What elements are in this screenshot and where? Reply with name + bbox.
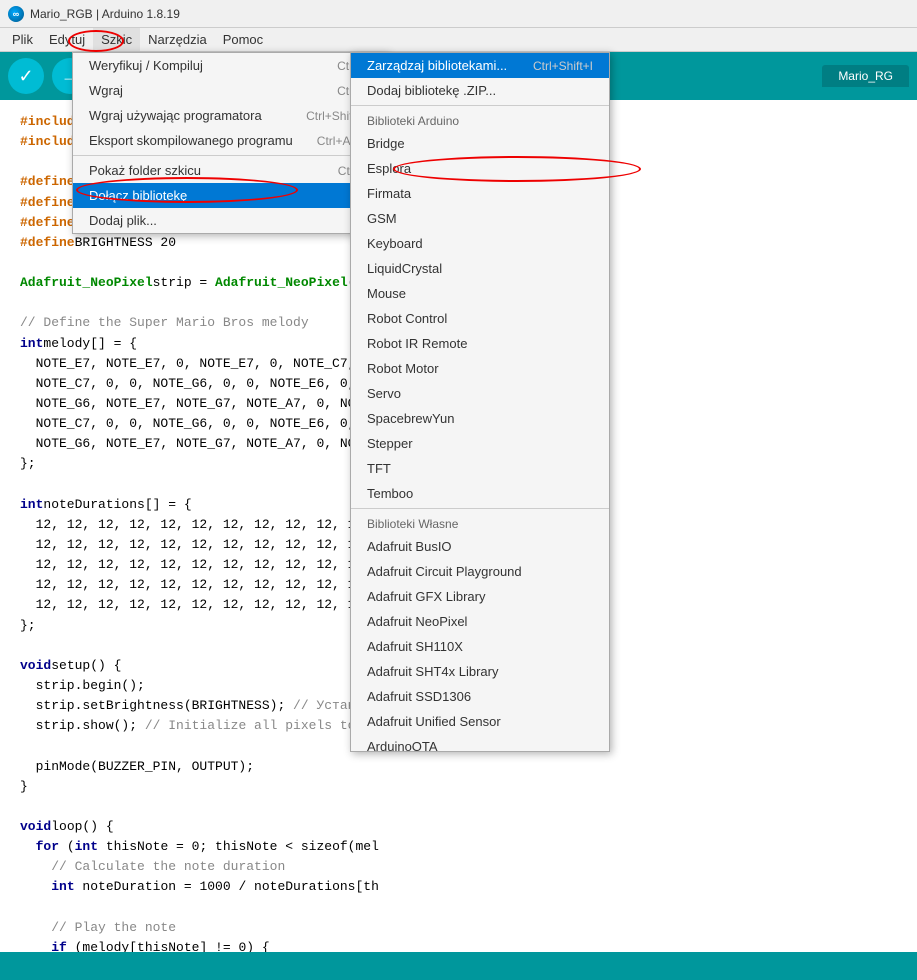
- menu-weryfikuj[interactable]: Weryfikuj / Kompiluj Ctrl+R: [73, 53, 387, 78]
- menu-szkic[interactable]: Szkic: [93, 28, 140, 51]
- title-bar: ∞ Mario_RGB | Arduino 1.8.19: [0, 0, 917, 28]
- menu-dodaj-zip[interactable]: Dodaj bibliotekę .ZIP...: [351, 78, 609, 103]
- menu-edytuj[interactable]: Edytuj: [41, 28, 93, 51]
- menu-liquidcrystal[interactable]: LiquidCrystal: [351, 256, 609, 281]
- menu-keyboard[interactable]: Keyboard: [351, 231, 609, 256]
- separator: [351, 508, 609, 509]
- biblioteka-submenu: Zarządzaj bibliotekami... Ctrl+Shift+I D…: [350, 52, 610, 752]
- menu-tft[interactable]: TFT: [351, 456, 609, 481]
- menu-pomoc[interactable]: Pomoc: [215, 28, 271, 51]
- menu-zarzadzaj-bibliotekami[interactable]: Zarządzaj bibliotekami... Ctrl+Shift+I: [351, 53, 609, 78]
- menu-adafruit-unified[interactable]: Adafruit Unified Sensor: [351, 709, 609, 734]
- menu-bridge[interactable]: Bridge: [351, 131, 609, 156]
- menu-adafruit-neopixel[interactable]: Adafruit NeoPixel: [351, 609, 609, 634]
- menu-dolacz-biblioteke[interactable]: Dołącz bibliotekę ▶: [73, 183, 387, 208]
- title-text: Mario_RGB | Arduino 1.8.19: [30, 7, 180, 21]
- menu-adafruit-sht4x[interactable]: Adafruit SHT4x Library: [351, 659, 609, 684]
- menu-adafruit-gfx[interactable]: Adafruit GFX Library: [351, 584, 609, 609]
- menu-robot-motor[interactable]: Robot Motor: [351, 356, 609, 381]
- verify-button[interactable]: ✓: [8, 58, 44, 94]
- separator: [73, 155, 387, 156]
- menu-robot-control[interactable]: Robot Control: [351, 306, 609, 331]
- menu-robot-ir-remote[interactable]: Robot IR Remote: [351, 331, 609, 356]
- arduino-section-header: Biblioteki Arduino: [351, 108, 609, 131]
- code-line: [20, 797, 897, 817]
- menu-adafruit-ssd1306[interactable]: Adafruit SSD1306: [351, 684, 609, 709]
- code-line: // Play the note: [20, 918, 897, 938]
- menu-wgraj[interactable]: Wgraj Ctrl+U: [73, 78, 387, 103]
- code-line: pinMode(BUZZER_PIN, OUTPUT);: [20, 757, 897, 777]
- menu-servo[interactable]: Servo: [351, 381, 609, 406]
- code-line: }: [20, 777, 897, 797]
- menu-mouse[interactable]: Mouse: [351, 281, 609, 306]
- code-line: // Calculate the note duration: [20, 857, 897, 877]
- code-line: if (melody[thisNote] != 0) {: [20, 938, 897, 952]
- app-icon: ∞: [8, 6, 24, 22]
- menu-arduinoota[interactable]: ArduinoOTA: [351, 734, 609, 752]
- menu-adafruit-busio[interactable]: Adafruit BusIO: [351, 534, 609, 559]
- menu-wgraj-programatora[interactable]: Wgraj używając programatora Ctrl+Shift+U: [73, 103, 387, 128]
- code-line: [20, 897, 897, 917]
- menu-adafruit-sh110x[interactable]: Adafruit SH110X: [351, 634, 609, 659]
- separator: [351, 105, 609, 106]
- verify-icon: ✓: [18, 66, 33, 87]
- status-bar: [0, 952, 917, 980]
- menu-firmata[interactable]: Firmata: [351, 181, 609, 206]
- wlasne-section-header: Biblioteki Własne: [351, 511, 609, 534]
- menu-adafruit-circuit[interactable]: Adafruit Circuit Playground: [351, 559, 609, 584]
- szkic-dropdown: Weryfikuj / Kompiluj Ctrl+R Wgraj Ctrl+U…: [72, 52, 388, 234]
- menu-narzedzia[interactable]: Narzędzia: [140, 28, 215, 51]
- menu-dodaj-plik[interactable]: Dodaj plik...: [73, 208, 387, 233]
- menu-temboo[interactable]: Temboo: [351, 481, 609, 506]
- code-line: for (int thisNote = 0; thisNote < sizeof…: [20, 837, 897, 857]
- menu-spacebrewyun[interactable]: SpacebrewYun: [351, 406, 609, 431]
- menu-esplora[interactable]: Esplora: [351, 156, 609, 181]
- menu-pokaz-folder[interactable]: Pokaż folder szkicu Ctrl+K: [73, 158, 387, 183]
- menu-eksport[interactable]: Eksport skompilowanego programu Ctrl+Alt…: [73, 128, 387, 153]
- menu-gsm[interactable]: GSM: [351, 206, 609, 231]
- menu-plik[interactable]: Plik: [4, 28, 41, 51]
- code-line: void loop() {: [20, 817, 897, 837]
- code-line: int noteDuration = 1000 / noteDurations[…: [20, 877, 897, 897]
- menu-bar: Plik Edytuj Szkic Narzędzia Pomoc: [0, 28, 917, 52]
- editor-tab[interactable]: Mario_RG: [822, 65, 909, 87]
- menu-stepper[interactable]: Stepper: [351, 431, 609, 456]
